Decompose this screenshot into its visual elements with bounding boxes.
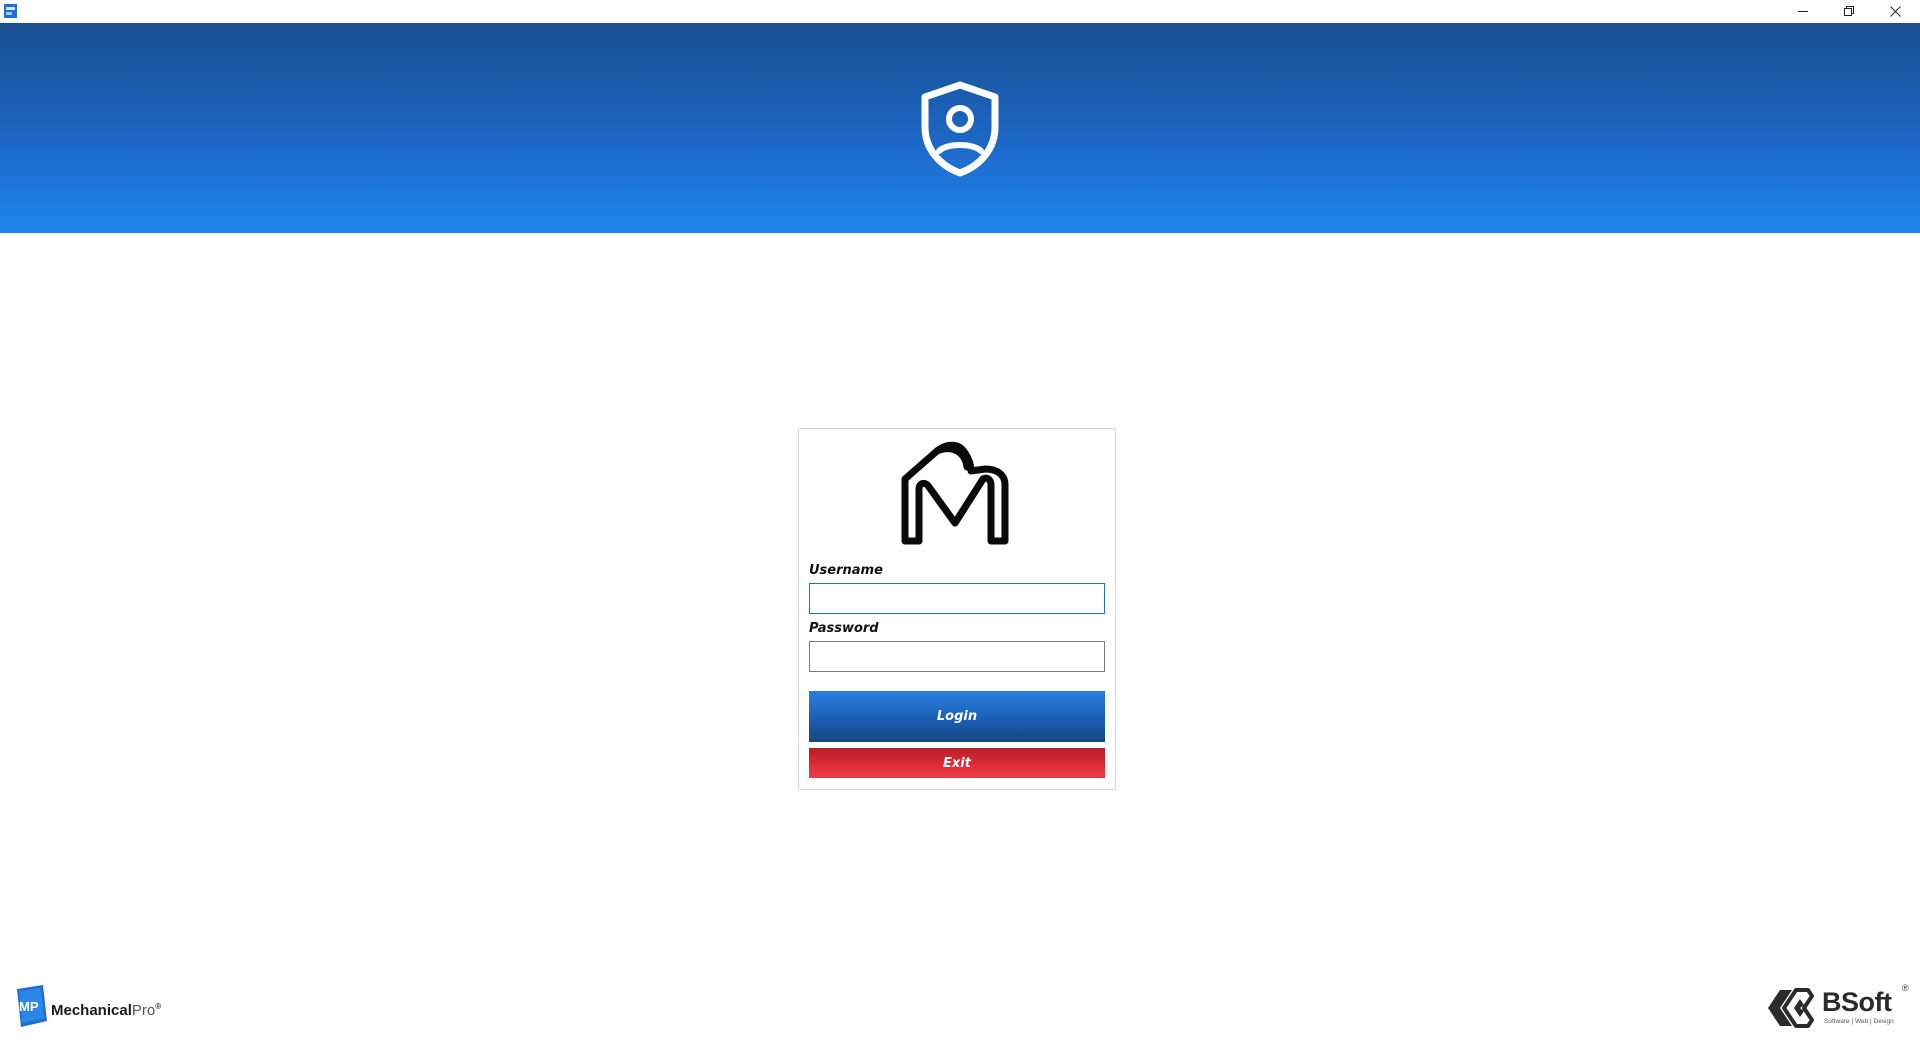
close-icon: [1889, 6, 1901, 17]
app-icon: [4, 4, 17, 18]
mechanicalpro-wordmark: MechanicalPro®: [51, 1002, 161, 1019]
mp-badge-logo: MP: [13, 985, 49, 1027]
mp-badge-icon: MP: [17, 985, 47, 1027]
mp-badge-text: MP: [19, 999, 39, 1014]
mechanicalpro-m-heart-logo: [901, 441, 1009, 545]
mechanicalpro-name-bold: Mechanical: [51, 1001, 132, 1019]
bsoft-wordmark: BSoft: [1822, 987, 1892, 1017]
password-input[interactable]: [809, 641, 1105, 672]
login-panel: Username Password Login Exit: [798, 428, 1116, 790]
close-button[interactable]: [1872, 0, 1918, 23]
minimize-button[interactable]: [1780, 0, 1826, 23]
bsoft-tagline: Software | Web | Design: [1824, 1018, 1894, 1025]
restore-icon: [1843, 6, 1854, 16]
bsoft-reg-mark: ®: [1902, 983, 1909, 993]
login-button[interactable]: Login: [809, 691, 1105, 742]
header-banner: [0, 23, 1920, 233]
restore-button[interactable]: [1826, 0, 1872, 23]
bsoft-logo-mark: [1768, 988, 1814, 1028]
mechanicalpro-brand: MP MechanicalPro®: [13, 984, 161, 1028]
shield-user-icon: [921, 81, 999, 177]
password-label: Password: [809, 621, 879, 636]
username-label: Username: [809, 563, 883, 578]
mechanicalpro-reg-mark: ®: [155, 1001, 162, 1011]
title-bar: [0, 0, 1920, 23]
minimize-icon: [1797, 11, 1808, 12]
bsoft-brand: BSoft Software | Web | Design ®: [1764, 983, 1914, 1031]
exit-button[interactable]: Exit: [809, 748, 1105, 778]
mechanicalpro-name-light: Pro: [131, 1001, 156, 1019]
username-input[interactable]: [809, 583, 1105, 614]
